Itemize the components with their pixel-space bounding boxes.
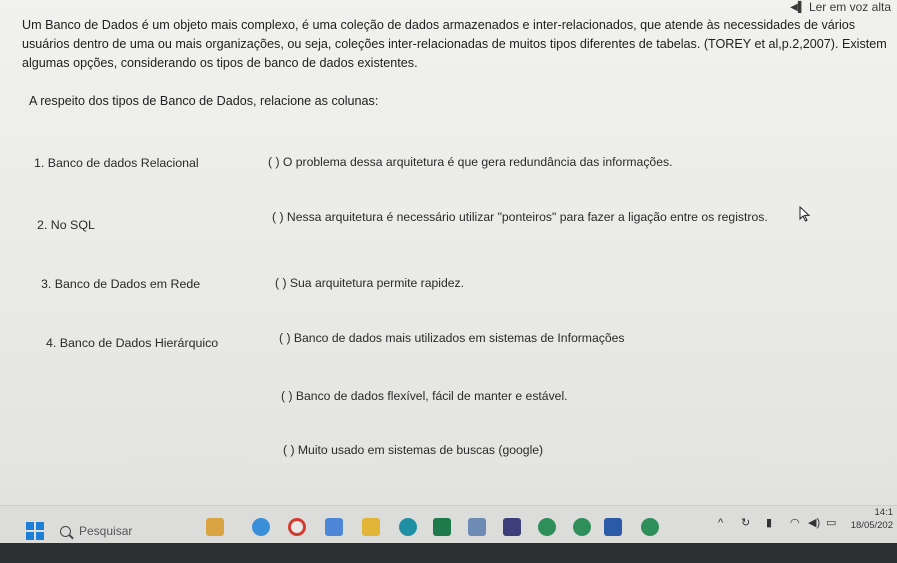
column-b-item-5: ( ) Banco de dados flexível, fácil de ma…	[281, 389, 568, 403]
battery-indicator-icon[interactable]: ▮	[766, 516, 772, 529]
question-prompt: A respeito dos tipos de Banco de Dados, …	[29, 94, 379, 108]
clock-date: 18/05/202	[850, 520, 893, 531]
column-a-item-3: 3. Banco de Dados em Rede	[41, 277, 201, 291]
volume-icon[interactable]: ◀)	[808, 516, 820, 529]
browser-page: ◀▌ Ler em voz alta Um Banco de Dados é u…	[0, 0, 897, 505]
battery-icon[interactable]: ▭	[826, 516, 836, 529]
widgets-icon[interactable]	[206, 518, 224, 536]
folder-icon[interactable]	[362, 518, 380, 536]
visio-icon[interactable]	[503, 518, 521, 536]
column-b-item-4: ( ) Banco de dados mais utilizados em si…	[279, 331, 625, 345]
column-b-item-6: ( ) Muito usado em sistemas de buscas (g…	[283, 443, 544, 457]
read-aloud-label: Ler em voz alta	[808, 0, 891, 14]
column-b-item-3: ( ) Sua arquitetura permite rapidez.	[275, 276, 464, 290]
edge-icon[interactable]	[399, 518, 417, 536]
mouse-cursor-icon	[799, 206, 811, 222]
chrome-icon-2[interactable]	[641, 518, 659, 536]
word-icon[interactable]	[604, 518, 622, 536]
search-icon	[60, 525, 71, 537]
sync-icon[interactable]: ↻	[741, 516, 750, 529]
excel-icon[interactable]	[433, 518, 451, 536]
read-aloud-button[interactable]: ◀▌ Ler em voz alta	[790, 0, 891, 14]
screen-bezel	[0, 543, 897, 563]
chrome-profile-icon-2[interactable]	[573, 518, 591, 536]
chrome-profile-icon[interactable]	[538, 518, 556, 536]
taskbar-clock[interactable]: 14:1 18/05/202	[851, 506, 893, 532]
windows-start-icon[interactable]	[26, 522, 44, 540]
photos-icon[interactable]	[468, 518, 486, 536]
chrome-icon[interactable]	[288, 518, 306, 536]
store-icon[interactable]	[325, 518, 343, 536]
clock-time: 14:1	[874, 507, 894, 518]
speaker-icon: ◀▌	[790, 1, 805, 13]
tray-chevron-icon[interactable]: ^	[718, 517, 723, 529]
column-b-item-1: ( ) O problema dessa arquitetura é que g…	[268, 155, 673, 169]
column-a-item-2: 2. No SQL	[37, 218, 95, 232]
column-a-item-4: 4. Banco de Dados Hierárquico	[46, 336, 219, 350]
copilot-icon[interactable]	[252, 518, 270, 536]
taskbar: Pesquisar ^ ↻ ▮ ◠ ◀) ▭ 14:1 18/05/202	[0, 505, 897, 543]
question-intro: Um Banco de Dados é um objeto mais compl…	[22, 18, 887, 70]
taskbar-search[interactable]: Pesquisar	[60, 519, 192, 543]
search-placeholder: Pesquisar	[79, 524, 133, 538]
column-b-item-2: ( ) Nessa arquitetura é necessário utili…	[272, 210, 768, 224]
column-a-item-1: 1. Banco de dados Relacional	[34, 156, 199, 170]
wifi-icon[interactable]: ◠	[790, 516, 800, 529]
